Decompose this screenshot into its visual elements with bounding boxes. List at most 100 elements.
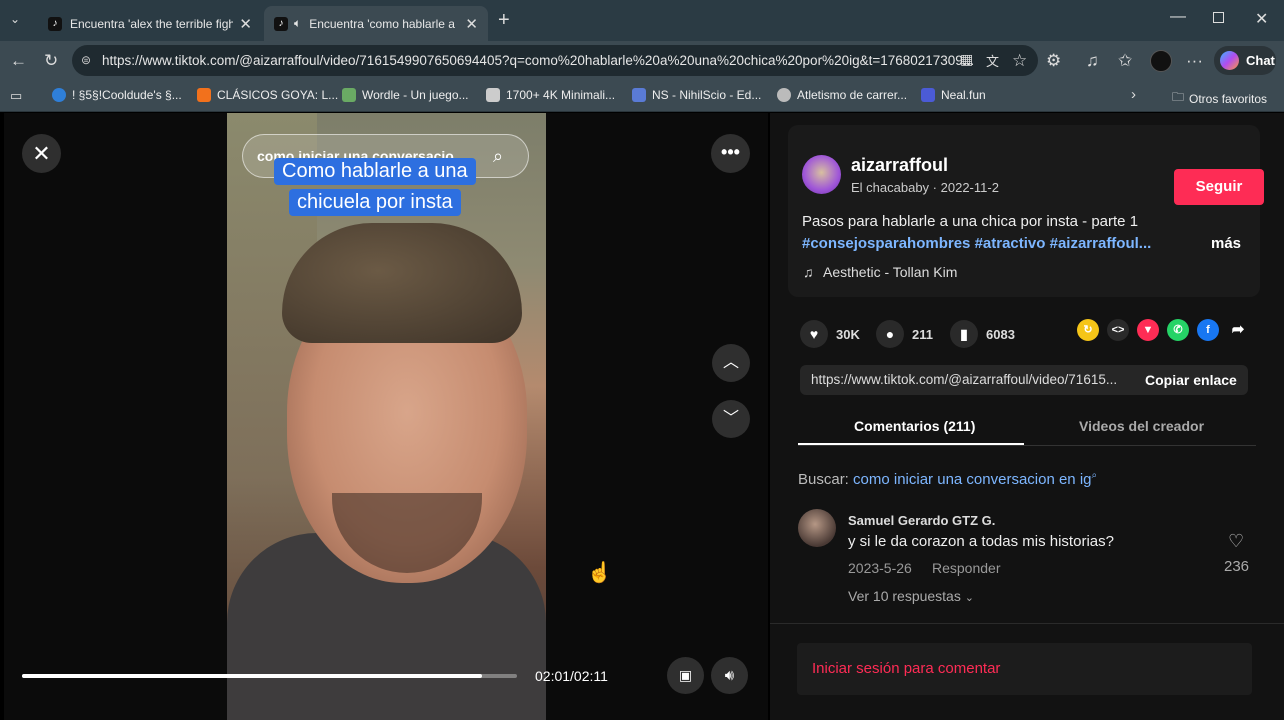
comment-text: y si le da corazon a todas mis historias… — [848, 533, 1114, 550]
reply-button[interactable]: Responder — [932, 560, 1001, 576]
favorite-item[interactable]: NS - NihilScio - Ed... — [632, 88, 761, 102]
pip-button[interactable]: ▣ — [667, 657, 704, 694]
tab-active[interactable]: ♪ 🔈︎ Encuentra 'como hablarle a u ✕ — [264, 6, 488, 41]
comment-date: 2023-5-26 — [848, 560, 912, 576]
comment-like-icon[interactable]: ♡ — [1228, 531, 1244, 552]
more-link[interactable]: más — [1211, 235, 1241, 252]
facebook-icon[interactable]: f — [1197, 319, 1219, 341]
minimize-button[interactable]: — — [1170, 8, 1186, 26]
more-menu-icon[interactable]: ··· — [1186, 51, 1203, 71]
tiktok-icon: ♪ — [48, 16, 62, 31]
collections-icon[interactable]: ▭ — [10, 88, 22, 104]
share-link-box: https://www.tiktok.com/@aizarraffoul/vid… — [800, 365, 1248, 395]
comment-stat[interactable]: ● 211 — [876, 320, 933, 348]
maximize-button[interactable] — [1213, 12, 1224, 23]
bookmark-icon: ▮ — [950, 320, 978, 348]
favorites-icon[interactable]: ✩ — [1118, 51, 1132, 71]
username[interactable]: aizarraffoul — [851, 155, 948, 176]
video-person-cap — [282, 223, 522, 343]
progress-track[interactable] — [22, 674, 517, 678]
favorite-favicon-icon — [342, 88, 356, 102]
comment-author[interactable]: Samuel Gerardo GTZ G. — [848, 513, 995, 528]
like-stat[interactable]: ♥ 30K — [800, 320, 860, 348]
favorite-favicon-icon — [486, 88, 500, 102]
favorite-item[interactable]: Atletismo de carrer... — [777, 88, 907, 102]
nickname-date: El chacababy · 2022-11-2 — [851, 180, 999, 195]
search-icon: ⌕ — [1091, 470, 1098, 481]
post-hashtags[interactable]: #consejosparahombres #atractivo #aizarra… — [802, 235, 1151, 252]
favorite-item[interactable]: ! §5§!Cooldude's §... — [52, 88, 182, 102]
video-player[interactable]: ✕ como iniciar una conversacio... ⌕ Como… — [4, 113, 768, 720]
site-info-icon[interactable]: ⊜ — [81, 45, 91, 76]
caption-line-1: Como hablarle a una — [274, 158, 476, 185]
close-video-button[interactable]: ✕ — [22, 134, 61, 173]
favorite-item[interactable]: CLÁSICOS GOYA: L... — [197, 88, 338, 102]
chevron-right-icon[interactable]: › — [1131, 86, 1136, 103]
login-to-comment-button[interactable]: Iniciar sesión para comentar — [797, 643, 1252, 695]
other-favorites[interactable]: 🗀︎ Otros favoritos — [1172, 88, 1267, 109]
post-info-card: aizarraffoul El chacababy · 2022-11-2 Se… — [788, 125, 1264, 297]
browser-tab-bar: ⌄ ♪ Encuentra 'alex the terrible fight' … — [0, 0, 1284, 41]
favorite-favicon-icon — [632, 88, 646, 102]
copilot-chat-button[interactable]: Chat — [1214, 46, 1276, 75]
favorites-bar: ▭ ! §5§!Cooldude's §... CLÁSICOS GOYA: L… — [0, 80, 1284, 112]
translate-icon[interactable]: 文 — [986, 51, 999, 70]
share-link-text[interactable]: https://www.tiktok.com/@aizarraffoul/vid… — [811, 372, 1117, 387]
copy-link-button[interactable]: Copiar enlace — [1145, 372, 1237, 388]
nickname: El chacababy — [851, 180, 930, 195]
copilot-icon — [1220, 51, 1239, 70]
tab-creator-videos[interactable]: Videos del creador — [1079, 418, 1204, 434]
favorite-item[interactable]: 1700+ 4K Minimali... — [486, 88, 615, 102]
volume-button[interactable]: 🔊︎ — [711, 657, 748, 694]
reload-icon[interactable]: ↻ — [44, 51, 58, 71]
url-field[interactable]: ⊜ https://www.tiktok.com/@aizarraffoul/v… — [72, 45, 1038, 76]
tab-title: Encuentra 'alex the terrible fight' c — [70, 16, 234, 31]
split-screen-icon[interactable]: ▦ — [960, 51, 973, 68]
tab-inactive[interactable]: ♪ Encuentra 'alex the terrible fight' c … — [38, 6, 262, 41]
close-window-button[interactable]: ✕ — [1255, 9, 1268, 29]
media-icon[interactable]: ♫ — [1086, 51, 1099, 71]
search-icon[interactable]: ⌕ — [493, 146, 503, 167]
comment-icon: ● — [876, 320, 904, 348]
previous-video-button[interactable]: ︿ — [712, 344, 750, 382]
repost-icon[interactable]: ↻ — [1077, 319, 1099, 341]
favorite-favicon-icon — [52, 88, 66, 102]
whatsapp-icon[interactable]: ✆ — [1167, 319, 1189, 341]
favorite-favicon-icon — [921, 88, 935, 102]
next-video-button[interactable]: ﹀ — [712, 400, 750, 438]
close-tab-icon[interactable]: ✕ — [239, 15, 252, 33]
tab-comments[interactable]: Comentarios (211) — [854, 418, 975, 434]
progress-fill — [22, 674, 483, 678]
share-arrow-icon[interactable]: ➦ — [1227, 319, 1249, 341]
embed-icon[interactable]: <> — [1107, 319, 1129, 341]
favorite-item[interactable]: Neal.fun — [921, 88, 986, 102]
chat-label: Chat — [1246, 53, 1275, 68]
profile-avatar[interactable] — [1150, 50, 1172, 72]
extensions-icon[interactable]: ⚙ — [1046, 51, 1061, 71]
more-options-button[interactable]: ••• — [711, 134, 750, 173]
chevron-down-icon: ⌄ — [964, 592, 974, 604]
video-frame[interactable]: como iniciar una conversacio... ⌕ Como h… — [227, 113, 546, 720]
search-query[interactable]: como iniciar una conversacion en ig — [853, 471, 1091, 488]
favorite-item[interactable]: Wordle - Un juego... — [342, 88, 469, 102]
address-bar-row: ← ↻ ⊜ https://www.tiktok.com/@aizarraffo… — [0, 41, 1284, 80]
tab-list-chevron-icon[interactable]: ⌄ — [10, 12, 20, 26]
view-replies[interactable]: Ver 10 respuestas ⌄ — [848, 588, 974, 604]
music-title[interactable]: Aesthetic - Tollan Kim — [823, 264, 957, 280]
close-tab-icon[interactable]: ✕ — [465, 15, 478, 33]
url-text: https://www.tiktok.com/@aizarraffoul/vid… — [102, 53, 975, 68]
back-icon[interactable]: ← — [10, 51, 27, 71]
favorite-star-icon[interactable]: ☆ — [1012, 51, 1027, 71]
post-date: 2022-11-2 — [940, 180, 999, 195]
avatar[interactable] — [798, 509, 836, 547]
comment-search[interactable]: Buscar: como iniciar una conversacion en… — [798, 470, 1097, 488]
follow-button[interactable]: Seguir — [1174, 169, 1264, 205]
music-note-icon: ♫ — [803, 264, 814, 280]
new-tab-button[interactable]: + — [498, 9, 510, 32]
avatar[interactable] — [802, 155, 841, 194]
speaker-icon[interactable]: 🔈︎ — [294, 16, 301, 31]
save-stat[interactable]: ▮ 6083 — [950, 320, 1015, 348]
caption-line-2: chicuela por insta — [289, 189, 461, 216]
send-icon[interactable]: ▼ — [1137, 319, 1159, 341]
post-side-panel: aizarraffoul El chacababy · 2022-11-2 Se… — [770, 113, 1284, 720]
